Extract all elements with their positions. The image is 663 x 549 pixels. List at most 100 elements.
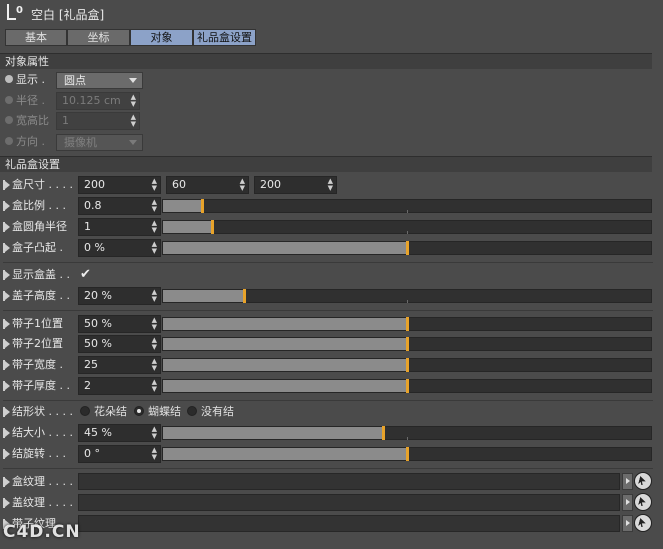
spinner-icon[interactable]: ▲ ▼ — [328, 178, 333, 192]
expand-arrow-icon[interactable] — [3, 407, 10, 417]
slider-handle[interactable] — [243, 289, 246, 303]
show-lid-checkbox[interactable]: ✔ — [80, 267, 91, 283]
pick-cursor-icon[interactable] — [634, 493, 652, 511]
keyframe-dot-icon[interactable] — [5, 75, 13, 83]
orientation-dropdown[interactable]: 摄像机 — [56, 134, 143, 151]
radio-selected-icon[interactable] — [134, 406, 144, 416]
box-size-x-field[interactable]: 200 ▲ ▼ — [78, 176, 161, 194]
null-object-icon: 0 — [6, 4, 26, 22]
ribbon-thick-field[interactable]: 2 ▲ ▼ — [78, 377, 161, 395]
slider-handle[interactable] — [382, 426, 385, 440]
spinner-icon[interactable]: ▲ ▼ — [152, 199, 157, 213]
object-title: 空白 [礼品盒] — [31, 8, 105, 22]
pick-cursor-icon[interactable] — [634, 472, 652, 490]
display-dropdown[interactable]: 圆点 — [56, 72, 143, 89]
slider-handle[interactable] — [406, 379, 409, 393]
slider-handle[interactable] — [201, 199, 204, 213]
ribbon2-pos-field[interactable]: 50 % ▲ ▼ — [78, 335, 161, 353]
radius-field[interactable]: 10.125 cm ▲ ▼ — [56, 92, 140, 110]
spinner-icon[interactable]: ▲ ▼ — [152, 289, 157, 303]
radio-icon[interactable] — [80, 406, 90, 416]
spinner-icon[interactable]: ▲ ▼ — [152, 317, 157, 331]
slider-handle[interactable] — [406, 317, 409, 331]
expand-arrow-icon[interactable] — [3, 339, 10, 349]
expand-arrow-icon[interactable] — [3, 428, 10, 438]
orientation-label: 方向 . — [5, 133, 45, 151]
ribbon1-pos-field[interactable]: 50 % ▲ ▼ — [78, 315, 161, 333]
bow-size-field[interactable]: 45 % ▲ ▼ — [78, 424, 161, 442]
ribbon2-pos-slider[interactable] — [162, 337, 652, 351]
ribbon-thick-slider[interactable] — [162, 379, 652, 393]
expand-arrow-icon[interactable] — [3, 270, 10, 280]
pick-cursor-icon[interactable] — [634, 514, 652, 532]
box-round-slider[interactable] — [162, 220, 652, 234]
ribbon-width-slider[interactable] — [162, 358, 652, 372]
ribbon1-pos-slider[interactable] — [162, 317, 652, 331]
spinner-icon[interactable]: ▲ ▼ — [152, 426, 157, 440]
link-menu-arrow-icon[interactable] — [622, 494, 633, 511]
lid-height-field[interactable]: 20 % ▲ ▼ — [78, 287, 161, 305]
box-bulge-field[interactable]: 0 % ▲ ▼ — [78, 239, 161, 257]
tab-basic[interactable]: 基本 — [5, 29, 67, 46]
spinner-icon[interactable]: ▲ ▼ — [152, 447, 157, 461]
bow-size-label: 结大小 . . . . — [3, 424, 73, 442]
keyframe-dot-icon[interactable] — [5, 96, 13, 104]
keyframe-dot-icon[interactable] — [5, 137, 13, 145]
radius-label: 半径 . — [5, 92, 45, 110]
ribbon-width-field[interactable]: 25 ▲ ▼ — [78, 356, 161, 374]
box-ratio-field[interactable]: 0.8 ▲ ▼ — [78, 197, 161, 215]
lid-height-slider[interactable] — [162, 289, 652, 303]
box-round-field[interactable]: 1 ▲ ▼ — [78, 218, 161, 236]
tab-object[interactable]: 对象 — [130, 29, 193, 46]
spinner-icon[interactable]: ▲ ▼ — [152, 358, 157, 372]
slider-handle[interactable] — [211, 220, 214, 234]
ribbon-texture-link-field[interactable] — [78, 515, 620, 532]
bow-option-butterfly[interactable]: 蝴蝶结 — [134, 403, 181, 421]
spinner-icon[interactable]: ▲ ▼ — [152, 337, 157, 351]
spinner-icon[interactable]: ▲ ▼ — [152, 178, 157, 192]
bow-option-none[interactable]: 没有结 — [187, 403, 234, 421]
spinner-icon[interactable]: ▲ ▼ — [152, 241, 157, 255]
tab-gift-settings[interactable]: 礼品盒设置 — [193, 29, 256, 46]
expand-arrow-icon[interactable] — [3, 180, 10, 190]
expand-arrow-icon[interactable] — [3, 498, 10, 508]
spinner-icon[interactable]: ▲ ▼ — [131, 114, 136, 128]
spinner-icon[interactable]: ▲ ▼ — [152, 220, 157, 234]
tab-coord[interactable]: 坐标 — [67, 29, 130, 46]
spinner-icon[interactable]: ▲ ▼ — [131, 94, 136, 108]
slider-handle[interactable] — [406, 447, 409, 461]
lid-texture-link-field[interactable] — [78, 494, 620, 511]
expand-arrow-icon[interactable] — [3, 201, 10, 211]
slider-handle[interactable] — [406, 358, 409, 372]
box-size-label: 盒尺寸 . . . . — [3, 176, 73, 194]
bow-rotate-field[interactable]: 0 ° ▲ ▼ — [78, 445, 161, 463]
expand-arrow-icon[interactable] — [3, 449, 10, 459]
box-size-z-field[interactable]: 200 ▲ ▼ — [254, 176, 337, 194]
slider-handle[interactable] — [406, 241, 409, 255]
expand-arrow-icon[interactable] — [3, 291, 10, 301]
slider-handle[interactable] — [406, 337, 409, 351]
expand-arrow-icon[interactable] — [3, 381, 10, 391]
link-menu-arrow-icon[interactable] — [622, 473, 633, 490]
spinner-icon[interactable]: ▲ ▼ — [240, 178, 245, 192]
radio-icon[interactable] — [187, 406, 197, 416]
bow-shape-label: 结形状 . . . . — [3, 403, 73, 421]
expand-arrow-icon[interactable] — [3, 319, 10, 329]
expand-arrow-icon[interactable] — [3, 477, 10, 487]
box-ratio-slider[interactable] — [162, 199, 652, 213]
expand-arrow-icon[interactable] — [3, 243, 10, 253]
divider — [3, 468, 653, 469]
bow-option-flower[interactable]: 花朵结 — [80, 403, 127, 421]
bow-rotate-slider[interactable] — [162, 447, 652, 461]
box-texture-link-field[interactable] — [78, 473, 620, 490]
spinner-icon[interactable]: ▲ ▼ — [152, 379, 157, 393]
bow-size-slider[interactable] — [162, 426, 652, 440]
expand-arrow-icon[interactable] — [3, 360, 10, 370]
watermark: C4D.CN — [3, 522, 81, 542]
box-size-y-field[interactable]: 60 ▲ ▼ — [166, 176, 249, 194]
aspect-field[interactable]: 1 ▲ ▼ — [56, 112, 140, 130]
box-bulge-slider[interactable] — [162, 241, 652, 255]
keyframe-dot-icon[interactable] — [5, 116, 13, 124]
link-menu-arrow-icon[interactable] — [622, 515, 633, 532]
expand-arrow-icon[interactable] — [3, 222, 10, 232]
